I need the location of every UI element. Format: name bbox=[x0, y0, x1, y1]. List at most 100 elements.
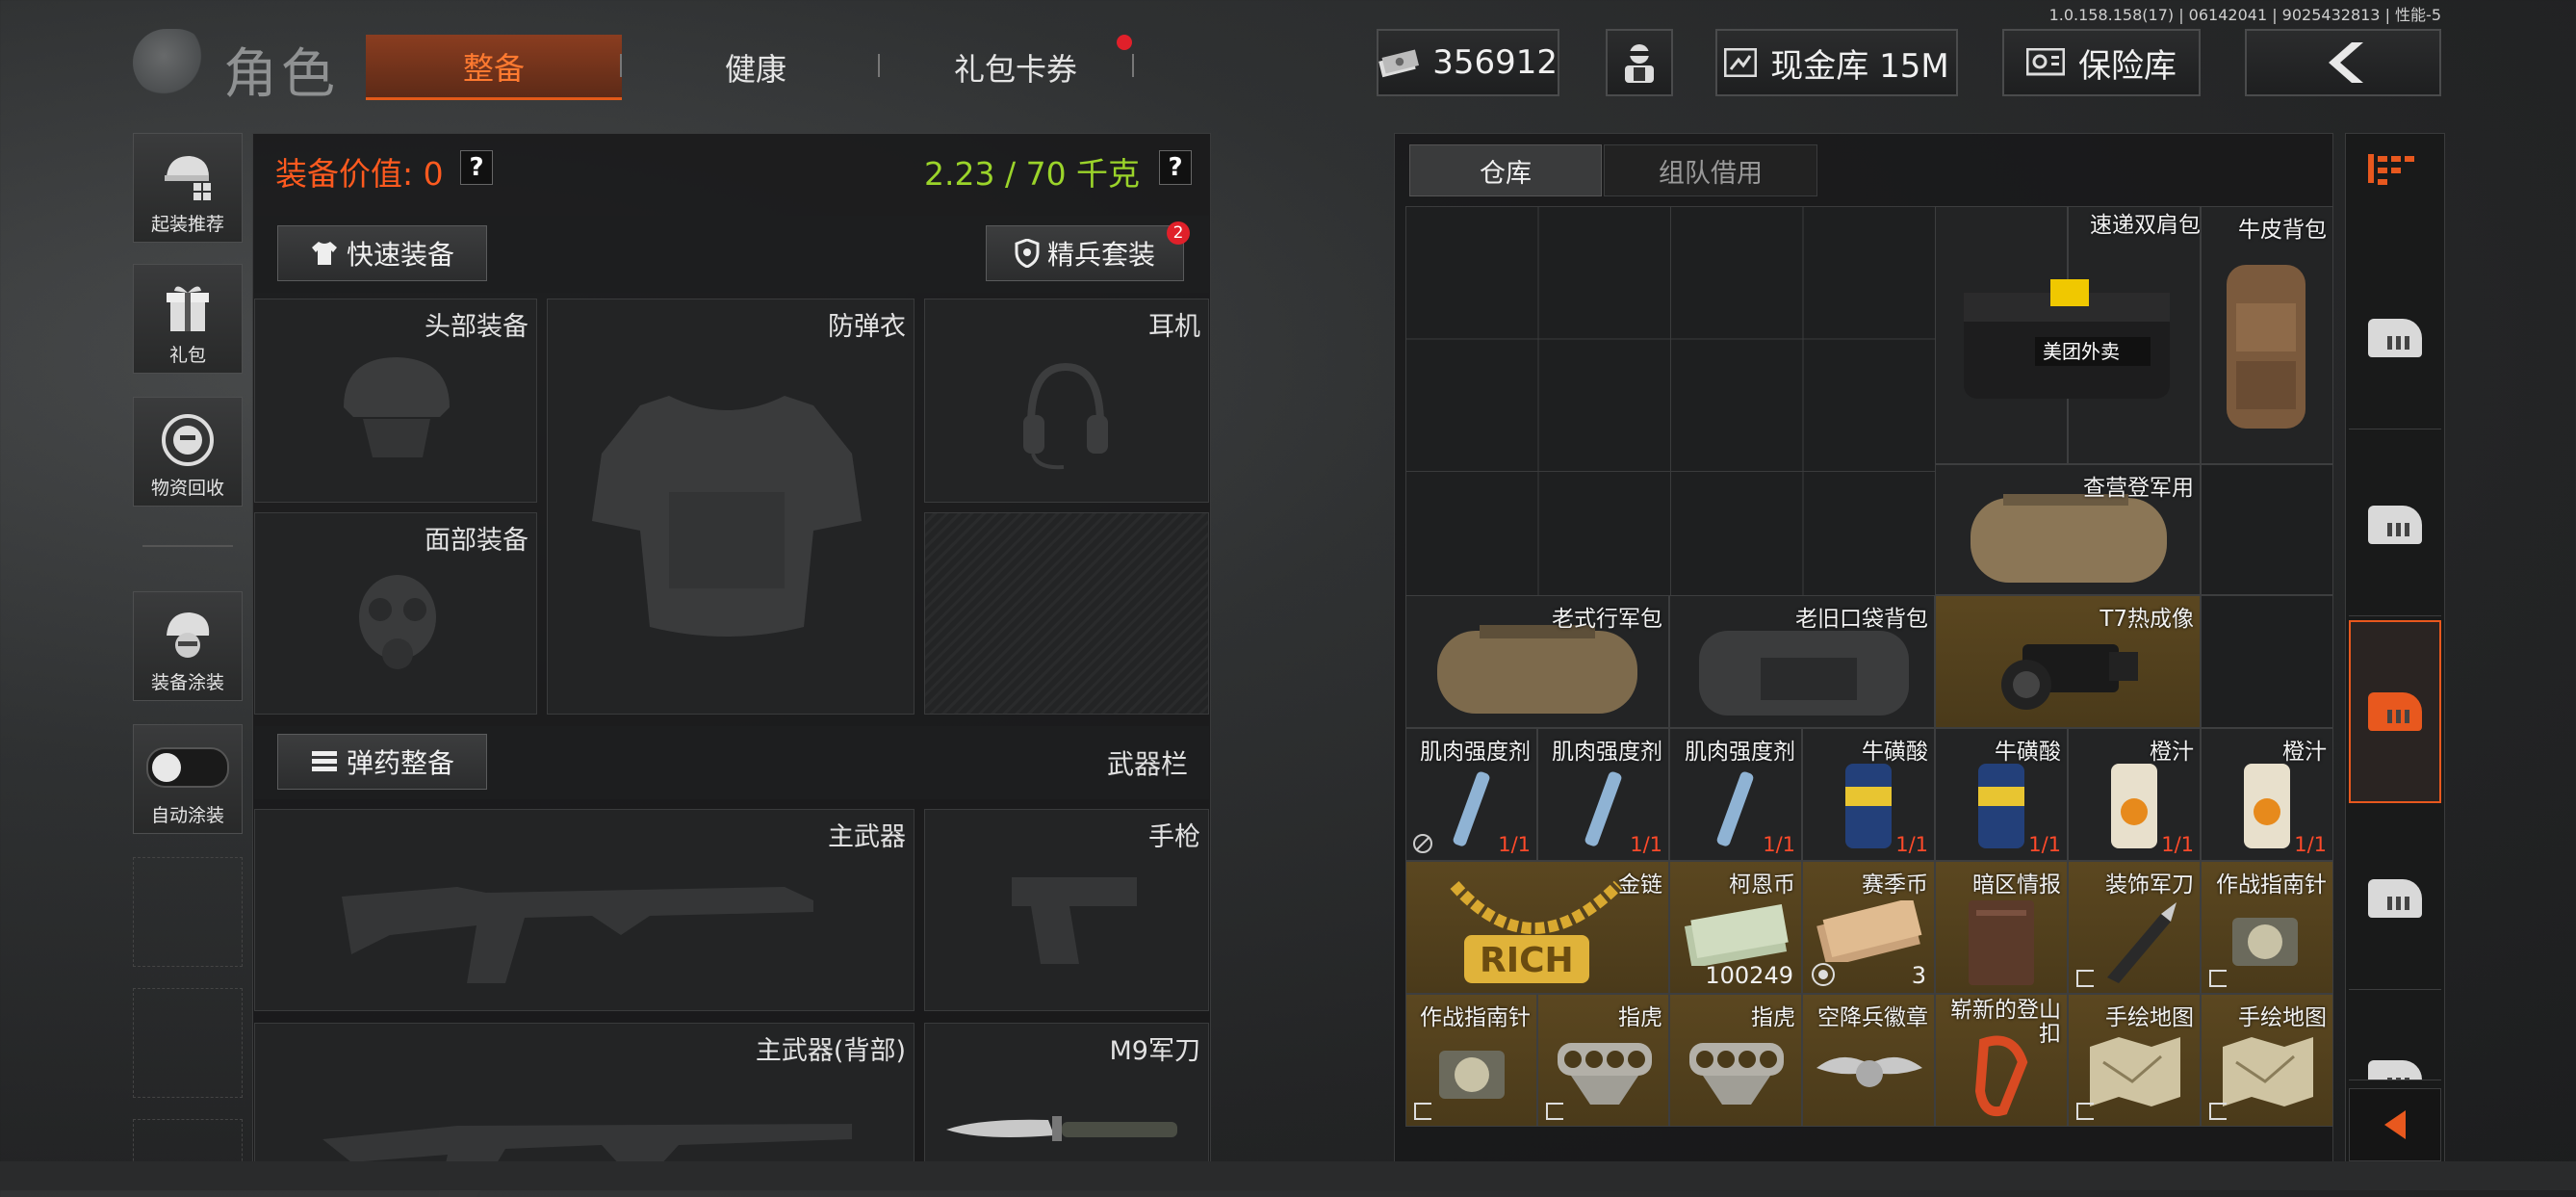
compass-icon bbox=[1439, 1051, 1505, 1099]
slot-face[interactable]: 面部装备 bbox=[254, 512, 537, 715]
item-gold-chain[interactable]: RICH 金链 bbox=[1405, 861, 1669, 994]
slot-pistol[interactable]: 手枪 bbox=[924, 809, 1209, 1011]
sidebar-gift[interactable]: 礼包 bbox=[133, 264, 243, 374]
exit-marker-icon bbox=[2209, 970, 2227, 987]
compass-icon bbox=[2232, 918, 2298, 966]
item-carabiner[interactable]: 崭新的登山扣 bbox=[1935, 994, 2068, 1127]
item-knuckle-2[interactable]: 指虎 bbox=[1669, 994, 1802, 1127]
item-leather-bag[interactable]: 牛皮背包 bbox=[2201, 206, 2333, 464]
tab-gift-cards[interactable]: 礼包卡券 bbox=[895, 35, 1136, 100]
item-army-bag[interactable]: 查营登军用 bbox=[1935, 464, 2201, 595]
cash-vault-button[interactable]: 现金库 15M bbox=[1715, 29, 1958, 96]
currency-amount: 356912 bbox=[1432, 43, 1558, 82]
weapon-bar-label: 武器栏 bbox=[1107, 748, 1189, 780]
brass-knuckle-icon bbox=[1558, 1043, 1652, 1105]
shelf-icon-active bbox=[2368, 692, 2422, 731]
helmet-grid-icon bbox=[165, 156, 211, 200]
chevron-left-icon bbox=[2329, 42, 2363, 83]
item-compass-1[interactable]: 作战指南针 bbox=[2201, 861, 2333, 994]
item-muscle-stim-3[interactable]: 肌肉强度剂 1/1 bbox=[1669, 728, 1802, 861]
storage-tab-2[interactable] bbox=[2349, 433, 2441, 616]
storage-tab-1[interactable] bbox=[2349, 247, 2441, 429]
item-season-coin[interactable]: 赛季币 3 bbox=[1802, 861, 1935, 994]
tab-warehouse[interactable]: 仓库 bbox=[1409, 144, 1602, 196]
exit-marker-icon bbox=[2076, 970, 2094, 987]
item-dark-intel[interactable]: 暗区情报 bbox=[1935, 861, 2068, 994]
currency-display[interactable]: 356912 bbox=[1377, 29, 1559, 96]
item-hand-map-1[interactable]: 手绘地图 bbox=[2068, 994, 2201, 1127]
slot-head[interactable]: 头部装备 bbox=[254, 299, 537, 503]
shirt-icon bbox=[311, 242, 337, 265]
version-info: 1.0.158.158(17) | 06142041 | 9025432813 … bbox=[2048, 6, 2441, 24]
tab-health[interactable]: 健康 bbox=[635, 35, 876, 100]
gold-chain-icon: RICH bbox=[1450, 880, 1623, 983]
elite-kit-badge: 2 bbox=[1167, 221, 1190, 245]
tab-equip[interactable]: 整备 bbox=[366, 35, 622, 100]
item-pocket-bag[interactable]: 老旧口袋背包 bbox=[1669, 595, 1935, 728]
empty-grid bbox=[1405, 206, 1935, 595]
tab-team-borrow[interactable]: 组队借用 bbox=[1604, 144, 1817, 196]
shelf-icon bbox=[2368, 1060, 2422, 1080]
recycle-face-icon bbox=[162, 414, 214, 466]
tab-divider bbox=[1132, 54, 1134, 77]
item-muscle-stim-2[interactable]: 肌肉强度剂 1/1 bbox=[1537, 728, 1669, 861]
storage-tab-4[interactable] bbox=[2349, 807, 2441, 990]
backpack-icon: 美团外卖 bbox=[1964, 279, 2170, 399]
helmet-silhouette-icon bbox=[344, 357, 450, 457]
tab-divider bbox=[878, 54, 880, 77]
item-orange-juice-1[interactable]: 橙汁 1/1 bbox=[2068, 728, 2201, 861]
map-icon bbox=[2223, 1037, 2313, 1106]
safe-button[interactable]: 保险库 bbox=[2002, 29, 2201, 96]
item-compass-2[interactable]: 作战指南针 bbox=[1405, 994, 1537, 1127]
sidebar-recycle[interactable]: 物资回收 bbox=[133, 397, 243, 507]
slot-armor[interactable]: 防弹衣 bbox=[547, 299, 914, 715]
item-thermal-scope[interactable]: T7热成像 bbox=[1935, 595, 2201, 728]
soldier-avatar-button[interactable] bbox=[1606, 29, 1673, 96]
knife-icon bbox=[946, 1116, 1177, 1141]
storage-tab-3-active[interactable] bbox=[2349, 620, 2441, 803]
exit-marker-icon bbox=[2209, 1103, 2227, 1120]
svg-text:RICH: RICH bbox=[1480, 941, 1574, 980]
value-help-icon[interactable]: ? bbox=[460, 150, 493, 185]
tab-divider bbox=[620, 54, 622, 77]
item-kn-coin[interactable]: 柯恩币 100249 bbox=[1669, 861, 1802, 994]
sidebar-auto-paint[interactable]: 自动涂装 bbox=[133, 724, 243, 834]
weight-help-icon[interactable]: ? bbox=[1159, 150, 1192, 185]
rail-collapse-button[interactable] bbox=[2349, 1088, 2441, 1161]
empty-cell bbox=[2201, 595, 2333, 728]
item-orange-juice-2[interactable]: 橙汁 1/1 bbox=[2201, 728, 2333, 861]
season-cash-icon bbox=[1816, 900, 1922, 962]
item-muscle-stim-1[interactable]: 肌肉强度剂 1/1 bbox=[1405, 728, 1537, 861]
sidebar-loadout-recommend[interactable]: 起装推荐 bbox=[133, 133, 243, 243]
slot-headset[interactable]: 耳机 bbox=[924, 299, 1209, 503]
sidebar-empty-slot bbox=[133, 988, 243, 1098]
chevron-left-icon bbox=[2384, 1110, 2406, 1139]
item-para-badge[interactable]: 空降兵徽章 bbox=[1802, 994, 1935, 1127]
energy-can-icon bbox=[1845, 764, 1892, 848]
cash-bundle-icon bbox=[1684, 904, 1789, 966]
shelf-icon bbox=[2368, 505, 2422, 544]
character-logo-icon bbox=[133, 29, 210, 96]
back-button[interactable] bbox=[2245, 29, 2441, 96]
storage-tab-5[interactable] bbox=[2349, 994, 2441, 1080]
sort-list-icon[interactable] bbox=[2366, 144, 2424, 193]
gift-box-icon bbox=[167, 286, 209, 331]
juice-can-icon bbox=[2111, 764, 2157, 848]
item-knuckle-1[interactable]: 指虎 bbox=[1537, 994, 1669, 1127]
svg-text:美团外卖: 美团外卖 bbox=[2043, 340, 2120, 363]
shield-icon bbox=[1015, 239, 1040, 268]
item-taurine-1[interactable]: 牛磺酸 1/1 bbox=[1802, 728, 1935, 861]
item-hand-map-2[interactable]: 手绘地图 bbox=[2201, 994, 2333, 1127]
slot-primary-weapon[interactable]: 主武器 bbox=[254, 809, 914, 1011]
notebook-icon bbox=[1969, 900, 2034, 985]
ammo-prep-button[interactable]: 弹药整备 bbox=[277, 734, 487, 790]
item-deco-knife[interactable]: 装饰军刀 bbox=[2068, 861, 2201, 994]
item-old-bag[interactable]: 老式行军包 bbox=[1405, 595, 1669, 728]
carry-weight: 2.23 / 70 千克 bbox=[924, 155, 1141, 193]
quick-equip-button[interactable]: 快速装备 bbox=[277, 225, 487, 281]
sidebar-equip-paint[interactable]: 装备涂装 bbox=[133, 591, 243, 701]
slot-locked bbox=[924, 512, 1209, 715]
elite-kit-button[interactable]: 精兵套装 bbox=[986, 225, 1184, 281]
toggle-switch-icon[interactable] bbox=[146, 747, 229, 788]
item-taurine-2[interactable]: 牛磺酸 1/1 bbox=[1935, 728, 2068, 861]
